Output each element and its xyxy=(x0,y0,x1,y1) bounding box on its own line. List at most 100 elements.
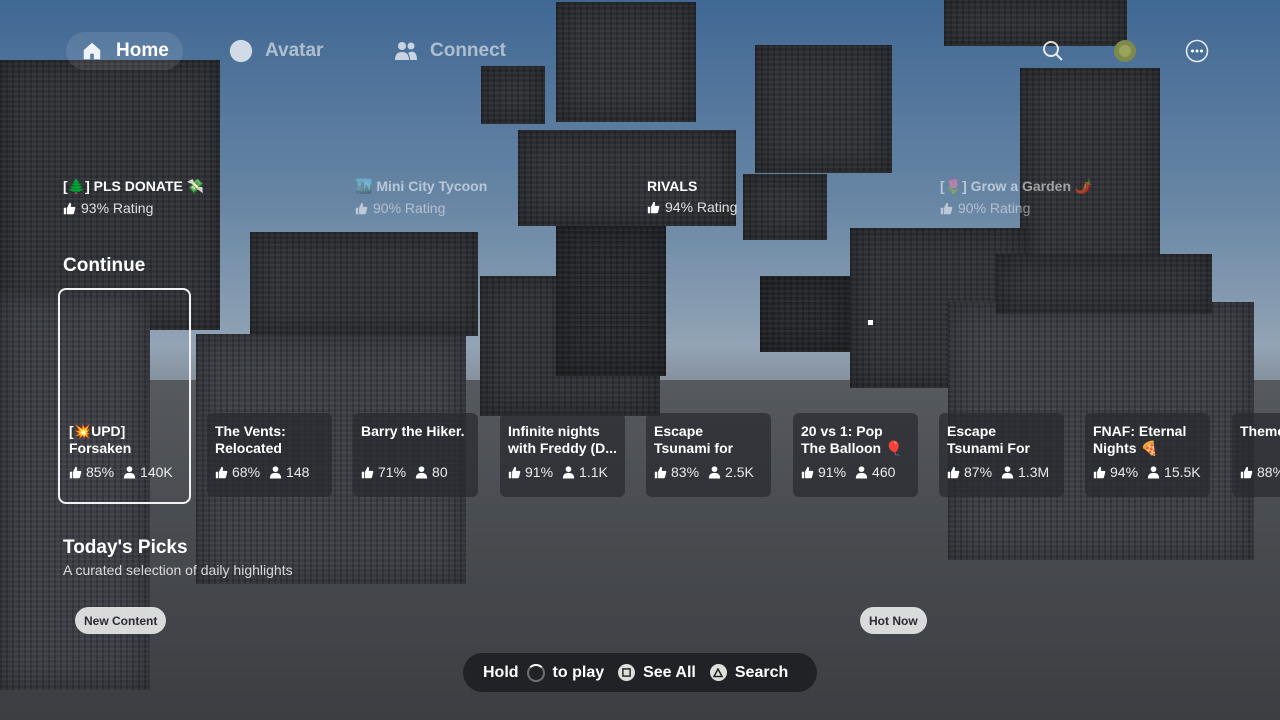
featured-game-mini-city-tycoon[interactable]: 🏙️ Mini City Tycoon 90% Rating xyxy=(355,178,487,216)
rating-stat: 71% xyxy=(361,464,406,480)
search-hint[interactable]: Search xyxy=(709,664,788,682)
money-emoji-icon: 💸 xyxy=(186,178,205,194)
more-icon[interactable] xyxy=(1184,38,1210,64)
rating-value: 94% xyxy=(1110,464,1139,480)
thumbs-up-icon xyxy=(647,201,660,213)
thumbs-up-icon xyxy=(654,466,667,478)
featured-rating-text: 94% Rating xyxy=(665,199,738,215)
featured-game-pls-donate[interactable]: [🌲] PLS DONATE 💸 93% Rating xyxy=(63,178,204,216)
game-card-title: [💥UPD] Forsaken xyxy=(69,423,132,456)
players-stat: 1.1K xyxy=(562,464,608,480)
game-card-title: Escape Tsunami for Forsaken xyxy=(654,423,734,459)
city-emoji-icon: 🏙️ xyxy=(355,178,373,194)
rating-stat: 91% xyxy=(801,464,846,480)
search-icon[interactable] xyxy=(1040,38,1066,64)
game-card-stats: 94% 15.5K xyxy=(1093,464,1202,480)
tag-new-content: New Content xyxy=(75,607,167,634)
player-icon xyxy=(123,466,136,479)
home-icon xyxy=(80,39,104,63)
rating-value: 83% xyxy=(671,464,700,480)
players-stat: 148 xyxy=(269,464,309,480)
players-stat: 1.3M xyxy=(1001,464,1049,480)
see-all-hint[interactable]: See All xyxy=(618,664,696,682)
thumbs-up-icon xyxy=(1093,466,1106,478)
controller-hint-bar: Hold to play See All Search xyxy=(463,653,817,692)
game-card-pop-the-balloon[interactable]: 20 vs 1: Pop The Balloon 🎈 91% 460 xyxy=(793,413,918,497)
game-card-title: Escape Tsunami For Brainrots! xyxy=(947,423,1030,459)
game-card-stats: 83% 2.5K xyxy=(654,464,763,480)
todays-picks-title: Today's Picks xyxy=(63,537,188,558)
game-card-title: FNAF: Eternal Nights 🍕 xyxy=(1093,423,1187,456)
hold-progress-icon xyxy=(526,663,545,682)
featured-rating: 93% Rating xyxy=(63,200,204,216)
nav-avatar-label: Avatar xyxy=(265,40,324,61)
featured-rating-text: 93% Rating xyxy=(81,200,154,216)
game-card-fnaf-eternal-nights[interactable]: FNAF: Eternal Nights 🍕 94% 15.5K xyxy=(1085,413,1210,497)
robux-icon[interactable] xyxy=(1112,38,1138,64)
tulip-emoji-icon: 🌷 xyxy=(944,178,963,194)
game-card-title: Barry the Hiker. xyxy=(361,423,465,439)
rating-stat: 91% xyxy=(508,464,553,480)
featured-title: 🏙️ Mini City Tycoon xyxy=(355,178,487,195)
featured-title: [🌲] PLS DONATE 💸 xyxy=(63,178,204,195)
nav-tab-connect[interactable]: Connect xyxy=(380,32,520,70)
players-stat: 140K xyxy=(123,464,173,480)
players-value: 148 xyxy=(286,464,310,480)
featured-title-text: ] Grow a Garden xyxy=(962,178,1072,194)
hint-hold-label: Hold xyxy=(483,663,519,681)
nav-tab-home[interactable]: Home xyxy=(66,32,183,70)
game-card-barry-the-hiker[interactable]: Barry the Hiker. 71% 80 xyxy=(353,413,478,497)
featured-rating-text: 90% Rating xyxy=(373,200,446,216)
player-icon xyxy=(708,466,721,479)
game-card-infinite-nights[interactable]: Infinite nights with Freddy (D... 91% 1.… xyxy=(500,413,625,497)
game-card-escape-tsunami-brainrots[interactable]: Escape Tsunami For Brainrots! 87% 1.3M xyxy=(939,413,1064,497)
players-value: 2.5K xyxy=(725,464,754,480)
rating-value: 68% xyxy=(232,464,261,480)
square-button-icon xyxy=(618,664,636,681)
nav-home-label: Home xyxy=(116,40,169,61)
rating-stat: 94% xyxy=(1093,464,1138,480)
rating-value: 87% xyxy=(964,464,993,480)
players-stat: 2.5K xyxy=(708,464,754,480)
rating-value: 71% xyxy=(378,464,407,480)
players-stat: 460 xyxy=(855,464,895,480)
rating-value: 88% xyxy=(1257,464,1280,480)
thumbs-up-icon xyxy=(1240,466,1253,478)
friends-icon xyxy=(394,39,418,63)
rating-value: 91% xyxy=(818,464,847,480)
nav-connect-label: Connect xyxy=(430,40,506,61)
game-card-the-vents[interactable]: The Vents: Relocated 68% 148 xyxy=(207,413,332,497)
players-stat: 15.5K xyxy=(1147,464,1201,480)
game-card-stats: 85% 140K xyxy=(69,464,178,480)
featured-rating: 90% Rating xyxy=(355,200,487,216)
nav-tab-avatar[interactable]: Avatar xyxy=(215,32,337,70)
thumbs-up-icon xyxy=(355,202,368,214)
game-card-title: The Vents: Relocated xyxy=(215,423,286,456)
rating-value: 85% xyxy=(86,464,115,480)
game-card-title: Infinite nights with Freddy (D... xyxy=(508,423,617,456)
tree-emoji-icon: 🌲 xyxy=(67,178,86,194)
rating-stat: 88% xyxy=(1240,464,1280,480)
hold-to-play-hint[interactable]: Hold to play xyxy=(483,663,605,682)
game-card-stats: 91% 460 xyxy=(801,464,910,480)
tag-hot-now: Hot Now xyxy=(860,607,927,634)
pepper-emoji-icon: 🌶️ xyxy=(1074,178,1093,194)
scene-dim-overlay xyxy=(0,0,1280,720)
player-icon xyxy=(855,466,868,479)
thumbs-up-icon xyxy=(63,202,76,214)
rating-stat: 83% xyxy=(654,464,699,480)
featured-game-grow-a-garden[interactable]: [🌷] Grow a Garden 🌶️ 90% Rating xyxy=(940,178,1092,216)
rating-value: 91% xyxy=(525,464,554,480)
thumbs-up-icon xyxy=(361,466,374,478)
game-card-forsaken[interactable]: [💥UPD] Forsaken 85% 140K xyxy=(61,413,186,497)
game-card-escape-tsunami-forsaken[interactable]: Escape Tsunami for Forsaken 83% 2.5K xyxy=(646,413,771,497)
hint-to-play-label: to play xyxy=(552,663,605,681)
players-value: 15.5K xyxy=(1164,464,1201,480)
game-card-theme-tycoon[interactable]: Theme Tycoon 88% xyxy=(1232,413,1280,497)
featured-game-rivals[interactable]: RIVALS 94% Rating xyxy=(647,178,737,215)
rating-stat: 85% xyxy=(69,464,114,480)
game-card-stats: 71% 80 xyxy=(361,464,470,480)
players-value: 140K xyxy=(140,464,173,480)
featured-title-text: Mini City Tycoon xyxy=(376,178,488,194)
game-preview-background xyxy=(0,0,1280,720)
